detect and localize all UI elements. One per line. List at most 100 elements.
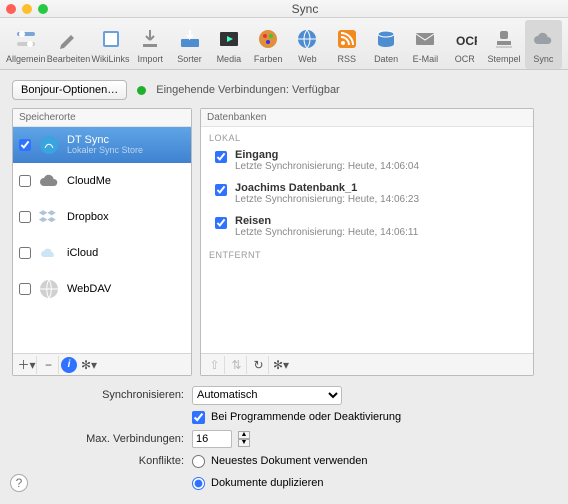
max-connections-label: Max. Verbindungen: [12, 433, 192, 445]
info-button[interactable]: i [61, 357, 77, 373]
toolbar-daten[interactable]: Daten [367, 20, 404, 69]
location-row[interactable]: Dropbox [13, 199, 191, 235]
database-action-menu[interactable]: ✻▾ [271, 356, 291, 374]
email-icon [412, 26, 438, 52]
databases-footer: ⇧ ⇅ ↻ ✻▾ [201, 353, 533, 375]
max-connections-stepper[interactable]: ▲▼ [238, 431, 250, 447]
farben-icon [255, 26, 281, 52]
database-checkbox[interactable] [215, 151, 227, 163]
refresh-button[interactable]: ↻ [249, 356, 269, 374]
toolbar-email[interactable]: E-Mail [407, 20, 444, 69]
database-row[interactable]: EingangLetzte Synchronisierung: Heute, 1… [201, 145, 533, 178]
toolbar-web[interactable]: Web [289, 20, 326, 69]
toolbar-label: Media [217, 54, 242, 64]
webdav-icon [37, 277, 61, 301]
toolbar-rss[interactable]: RSS [328, 20, 365, 69]
location-row[interactable]: iCloud [13, 235, 191, 271]
wikilinks-icon [98, 26, 124, 52]
toolbar-bearbeiten[interactable]: Bearbeiten [48, 20, 90, 69]
conflict-duplicate-radio[interactable] [192, 477, 205, 490]
icloud-icon [37, 241, 61, 265]
database-row[interactable]: ReisenLetzte Synchronisierung: Heute, 14… [201, 211, 533, 244]
toolbar-label: Farben [254, 54, 283, 64]
add-location-button[interactable]: ＋▾ [17, 356, 37, 374]
sync-icon [530, 26, 556, 52]
locations-panel: Speicherorte DT SyncLokaler Sync Store C… [12, 108, 192, 376]
toolbar-media[interactable]: Media [210, 20, 247, 69]
toolbar-label: Sorter [177, 54, 202, 64]
toolbar-label: Stempel [488, 54, 521, 64]
sort-button[interactable]: ⇅ [227, 356, 247, 374]
toolbar-label: Daten [374, 54, 398, 64]
titlebar: Sync [0, 0, 568, 18]
toolbar-label: OCR [455, 54, 475, 64]
location-name: WebDAV [67, 283, 111, 295]
toolbar-allgemein[interactable]: Allgemein [6, 20, 46, 69]
import-icon [137, 26, 163, 52]
toolbar-farben[interactable]: Farben [249, 20, 286, 69]
toolbar-label: Bearbeiten [47, 54, 91, 64]
toolbar-import[interactable]: Import [132, 20, 169, 69]
toolbar-stempel[interactable]: Stempel [485, 20, 522, 69]
location-subtitle: Lokaler Sync Store [67, 146, 143, 156]
location-checkbox[interactable] [19, 283, 31, 295]
location-name: CloudMe [67, 175, 111, 187]
location-row[interactable]: CloudMe [13, 163, 191, 199]
ocr-icon: OCR [452, 26, 478, 52]
zoom-window-button[interactable] [38, 4, 48, 14]
rss-icon [334, 26, 360, 52]
toolbar-wikilinks[interactable]: WikiLinks [92, 20, 130, 69]
database-checkbox[interactable] [215, 184, 227, 196]
web-icon [294, 26, 320, 52]
sync-schedule-label: Synchronisieren: [12, 389, 192, 401]
bearbeiten-icon [56, 26, 82, 52]
location-checkbox[interactable] [19, 139, 31, 151]
status-indicator-icon [137, 86, 146, 95]
sorter-icon [177, 26, 203, 52]
database-sync-status: Letzte Synchronisierung: Heute, 14:06:11 [235, 227, 418, 238]
toolbar-sorter[interactable]: Sorter [171, 20, 208, 69]
sync-schedule-select[interactable]: Automatisch [192, 386, 342, 405]
locations-footer: ＋▾ − i ✻▾ [13, 353, 191, 375]
location-checkbox[interactable] [19, 247, 31, 259]
database-name: Eingang [235, 149, 419, 161]
database-checkbox[interactable] [215, 217, 227, 229]
allgemein-icon [13, 26, 39, 52]
conflict-newest-radio[interactable] [192, 455, 205, 468]
location-row[interactable]: WebDAV [13, 271, 191, 307]
remove-location-button[interactable]: − [39, 356, 59, 374]
stempel-icon [491, 26, 517, 52]
databases-header: Datenbanken [201, 109, 533, 127]
toolbar-sync[interactable]: Sync [525, 20, 562, 69]
location-row[interactable]: DT SyncLokaler Sync Store [13, 127, 191, 163]
minimize-window-button[interactable] [22, 4, 32, 14]
toolbar-label: WikiLinks [92, 54, 130, 64]
database-name: Joachims Datenbank_1 [235, 182, 419, 194]
conflicts-label: Konflikte: [12, 455, 192, 467]
toolbar-ocr[interactable]: OCR OCR [446, 20, 483, 69]
databases-panel: Datenbanken LOKAL EingangLetzte Synchron… [200, 108, 534, 376]
preferences-toolbar: AllgemeinBearbeitenWikiLinks Import Sorter… [0, 18, 568, 70]
media-icon [216, 26, 242, 52]
locations-header: Speicherorte [13, 109, 191, 127]
status-text: Eingehende Verbindungen: Verfügbar [156, 84, 340, 96]
db-section-remote: ENTFERNT [201, 244, 533, 262]
toolbar-label: Import [137, 54, 163, 64]
location-checkbox[interactable] [19, 211, 31, 223]
toolbar-label: Web [298, 54, 316, 64]
help-button[interactable]: ? [10, 474, 28, 492]
toolbar-label: E-Mail [413, 54, 439, 64]
sync-on-quit-checkbox[interactable] [192, 411, 205, 424]
conflict-duplicate-label: Dokumente duplizieren [211, 477, 324, 489]
location-checkbox[interactable] [19, 175, 31, 187]
bonjour-options-button[interactable]: Bonjour-Optionen… [12, 80, 127, 100]
database-row[interactable]: Joachims Datenbank_1Letzte Synchronisier… [201, 178, 533, 211]
daten-icon [373, 26, 399, 52]
location-name: Dropbox [67, 211, 109, 223]
db-section-local: LOKAL [201, 127, 533, 145]
location-action-menu[interactable]: ✻▾ [79, 356, 99, 374]
close-window-button[interactable] [6, 4, 16, 14]
max-connections-input[interactable] [192, 430, 232, 448]
share-button[interactable]: ⇧ [205, 356, 225, 374]
database-sync-status: Letzte Synchronisierung: Heute, 14:06:23 [235, 194, 419, 205]
